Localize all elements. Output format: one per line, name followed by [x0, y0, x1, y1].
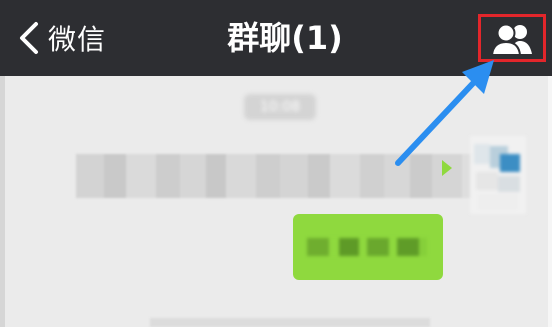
page-title: 群聊(1) — [227, 19, 343, 57]
right-border — [548, 76, 552, 327]
outgoing-message-bubble[interactable] — [293, 214, 443, 280]
group-members-icon — [491, 23, 532, 55]
next-message-preview — [150, 318, 430, 327]
chevron-left-icon — [20, 22, 38, 54]
message-text — [307, 238, 427, 256]
system-notice — [76, 154, 500, 198]
left-border — [0, 76, 5, 327]
timestamp: 10:08 — [244, 94, 316, 120]
back-button[interactable]: 微信 — [14, 14, 106, 62]
avatar[interactable] — [470, 136, 526, 214]
chat-members-button[interactable] — [478, 14, 546, 62]
bubble-tail — [442, 160, 452, 176]
message-list[interactable]: 10:08 — [0, 76, 552, 327]
back-label: 微信 — [48, 23, 107, 56]
navigation-bar: 微信 群聊(1) — [0, 0, 552, 76]
chat-screen: 微信 群聊(1) 10:08 — [0, 0, 552, 327]
